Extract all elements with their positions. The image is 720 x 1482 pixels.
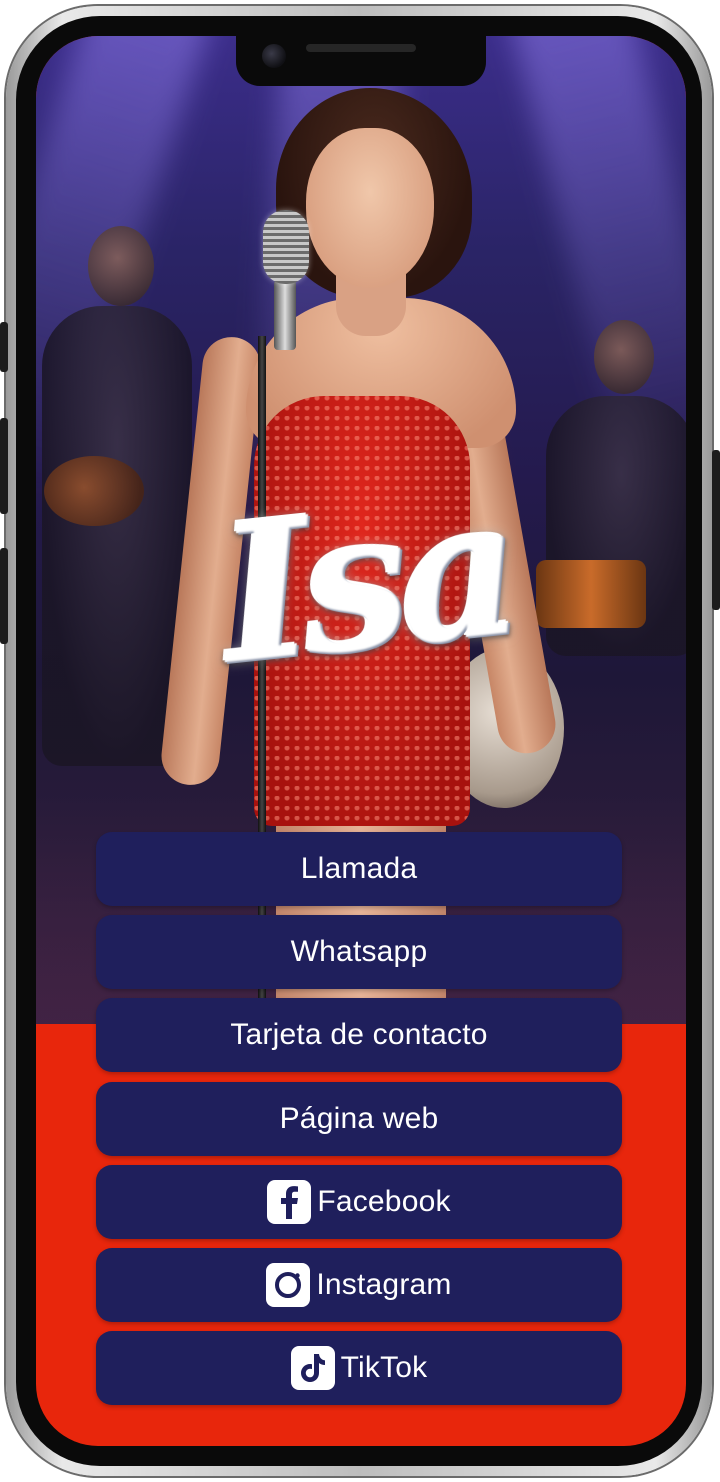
instagram-button-label: Instagram <box>316 1268 452 1301</box>
instagram-button[interactable]: Instagram <box>96 1248 622 1322</box>
whatsapp-button[interactable]: Whatsapp <box>96 915 622 989</box>
microphone-body <box>274 280 296 350</box>
singer-face <box>306 128 434 288</box>
call-button-label: Llamada <box>300 852 418 885</box>
contact-card-button-label: Tarjeta de contacto <box>230 1018 488 1051</box>
isa-rhinestone-logo: Isa <box>165 446 567 716</box>
call-button[interactable]: Llamada <box>96 832 622 906</box>
microphone-icon <box>263 210 309 284</box>
side-button-volume-up <box>0 418 8 514</box>
website-button-label: Página web <box>279 1102 439 1135</box>
instagram-icon <box>266 1263 311 1307</box>
notch <box>236 36 486 86</box>
website-button[interactable]: Página web <box>96 1082 622 1156</box>
whatsapp-button-label: Whatsapp <box>290 935 428 968</box>
tiktok-button[interactable]: TikTok <box>96 1331 622 1405</box>
screen: Isa Llamada Whatsapp Tarjeta de contacto… <box>36 36 686 1446</box>
facebook-button[interactable]: Facebook <box>96 1165 622 1239</box>
front-camera <box>262 44 286 68</box>
side-button-volume-down <box>0 548 8 644</box>
facebook-icon <box>267 1180 312 1224</box>
side-button-power <box>712 450 720 610</box>
tiktok-icon <box>290 1346 335 1390</box>
tiktok-button-label: TikTok <box>340 1351 428 1384</box>
facebook-button-label: Facebook <box>317 1185 451 1218</box>
contact-card-button[interactable]: Tarjeta de contacto <box>96 998 622 1072</box>
guitar-shape <box>44 456 144 526</box>
side-button-mute <box>0 322 8 372</box>
earpiece-speaker <box>306 44 416 52</box>
